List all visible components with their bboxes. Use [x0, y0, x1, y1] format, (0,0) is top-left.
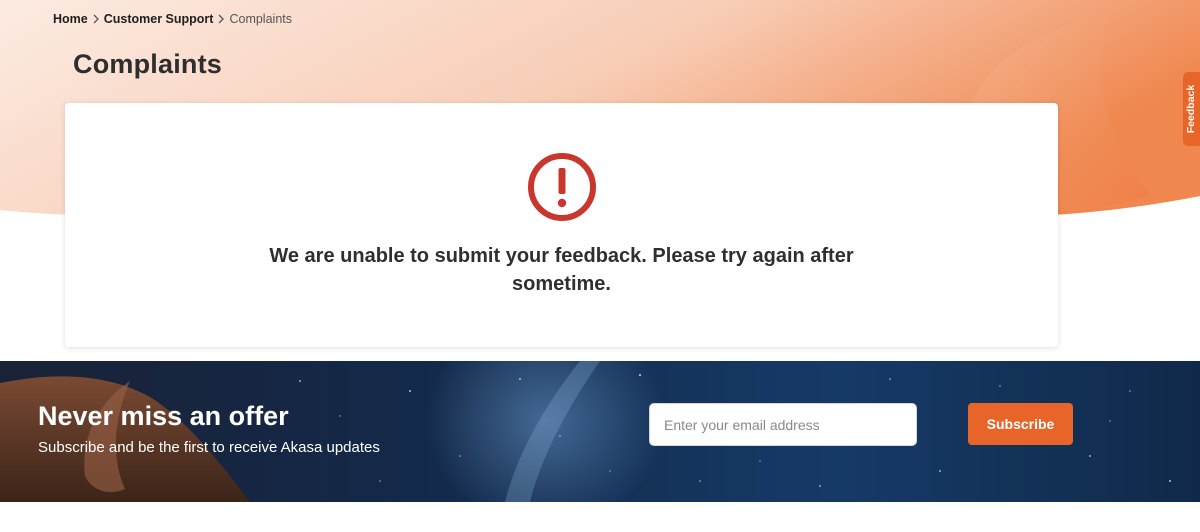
- newsletter-section: Never miss an offer Subscribe and be the…: [0, 361, 1200, 502]
- page: Home Customer Support Complaints Complai…: [0, 0, 1200, 532]
- error-card: We are unable to submit your feedback. P…: [65, 103, 1058, 347]
- subscribe-button[interactable]: Subscribe: [968, 403, 1073, 445]
- email-input[interactable]: [649, 403, 917, 446]
- breadcrumb-customer-support[interactable]: Customer Support: [104, 12, 214, 26]
- page-title: Complaints: [73, 49, 223, 79]
- breadcrumb-complaints: Complaints: [229, 12, 292, 26]
- error-exclamation-icon: [526, 151, 598, 223]
- error-message: We are unable to submit your feedback. P…: [269, 245, 854, 295]
- feedback-tab-label: Feedback: [1185, 84, 1198, 134]
- chevron-right-icon: [213, 12, 229, 26]
- breadcrumb-home[interactable]: Home: [53, 12, 88, 26]
- feedback-tab[interactable]: Feedback: [1183, 72, 1200, 146]
- newsletter-subheading: Subscribe and be the first to receive Ak…: [38, 439, 380, 456]
- chevron-right-icon: [88, 12, 104, 26]
- breadcrumb: Home Customer Support Complaints: [53, 12, 292, 26]
- newsletter-heading: Never miss an offer: [38, 401, 289, 431]
